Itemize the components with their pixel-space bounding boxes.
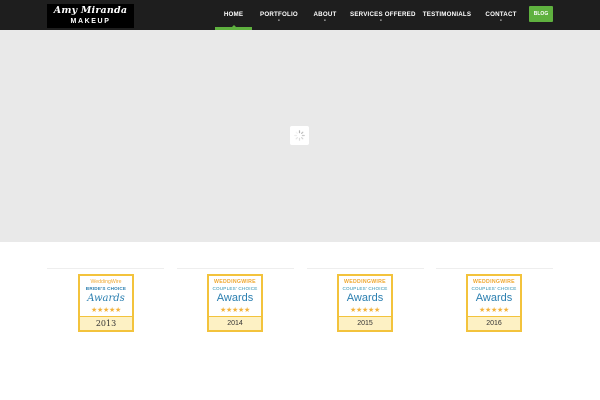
nav-item-about[interactable]: ABOUT - [311,0,339,30]
award-badge-2015[interactable]: WEDDINGWIRE COUPLES' CHOICE Awards ★★★★★… [337,274,393,332]
top-navigation-bar: Amy Miranda MAKEUP HOME PORTFOLIO - ABOU… [0,0,600,30]
award-column-divider [177,268,294,269]
star-rating-icon: ★★★★★ [479,307,509,314]
nav-item-label: HOME [223,11,244,18]
award-column-divider [307,268,424,269]
dropdown-indicator-icon: - [379,18,383,24]
award-badge-2013[interactable]: WeddingWire BRIDE'S CHOICE Awards ★★★★★ … [78,274,134,332]
award-column-divider [436,268,553,269]
award-year: 2015 [339,316,391,330]
award-title: Awards [346,292,384,304]
award-brand: WEDDINGWIRE [214,279,256,285]
dropdown-indicator-icon: - [323,18,327,24]
brand-logo-tagline: MAKEUP [70,18,111,25]
active-nav-arrow-icon [231,25,236,27]
award-badge-2016[interactable]: WEDDINGWIRE COUPLES' CHOICE Awards ★★★★★… [466,274,522,332]
award-brand: WEDDINGWIRE [344,279,386,285]
star-rating-icon: ★★★★★ [91,307,121,314]
award-year: 2013 [80,316,132,330]
star-rating-icon: ★★★★★ [350,307,380,314]
star-rating-icon: ★★★★★ [220,307,250,314]
blog-button[interactable]: BLOG [529,6,553,22]
award-title: Awards [475,292,513,304]
brand-logo[interactable]: Amy Miranda MAKEUP [47,4,134,28]
nav-item-portfolio[interactable]: PORTFOLIO - [258,0,300,30]
award-brand: WEDDINGWIRE [473,279,515,285]
award-year: 2014 [209,316,261,330]
nav-item-home[interactable]: HOME [215,0,252,30]
nav-item-contact[interactable]: CONTACT - [484,0,518,30]
nav-item-testimonials[interactable]: TESTIMONIALS [422,0,472,30]
nav-item-label: TESTIMONIALS [422,11,472,18]
award-badge-2014[interactable]: WEDDINGWIRE COUPLES' CHOICE Awards ★★★★★… [207,274,263,332]
award-year: 2016 [468,316,520,330]
dropdown-indicator-icon: - [499,18,503,24]
award-brand: WeddingWire [90,279,122,285]
dropdown-indicator-icon: - [277,18,281,24]
award-column-divider [47,268,164,269]
nav-item-services-offered[interactable]: SERVICES OFFERED - [350,0,415,30]
spinner-icon [290,126,309,145]
brand-logo-name: Amy Miranda [53,5,128,16]
award-title: Awards [216,292,254,304]
award-title: Awards [87,293,125,304]
